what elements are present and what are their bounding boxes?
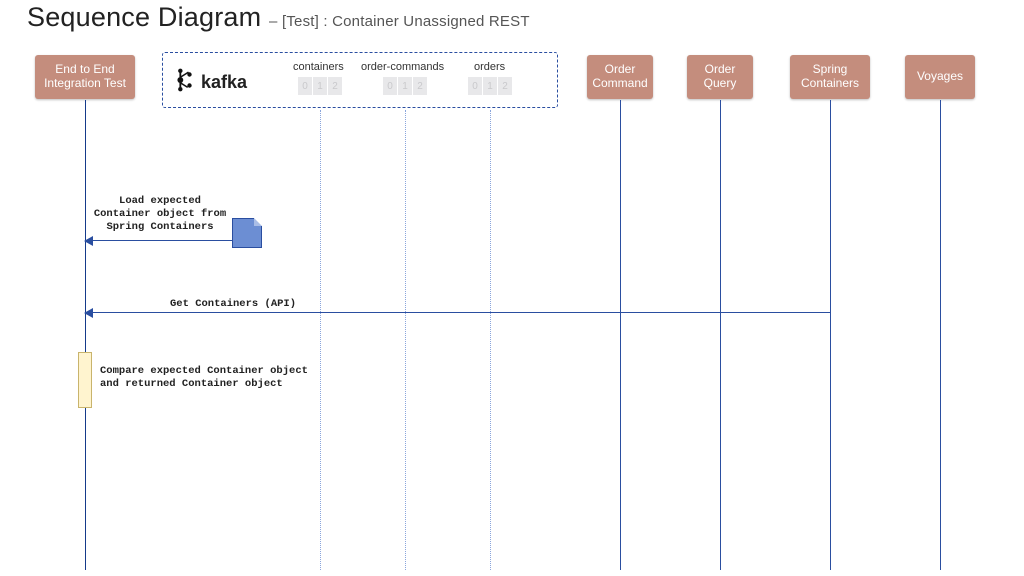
participant-order-command-label: Order Command <box>592 63 647 91</box>
arrowhead-left-icon <box>84 308 93 318</box>
lifeline-order-query <box>720 100 721 570</box>
topic-label-orders: orders <box>474 61 505 73</box>
partition-digit: 0 <box>383 77 397 95</box>
partition-digit: 0 <box>298 77 312 95</box>
participant-e2e-label: End to End Integration Test <box>44 63 126 91</box>
message-load-expected: Load expected Container object from Spri… <box>90 195 230 234</box>
lifeline-order-command <box>620 100 621 570</box>
partition-digit: 2 <box>328 77 342 95</box>
message-get-containers-api: Get Containers (API) <box>170 298 296 311</box>
kafka-icon <box>173 67 195 98</box>
participant-voyages: Voyages <box>905 55 975 99</box>
partition-digit: 1 <box>313 77 327 95</box>
activation-e2e <box>78 352 92 408</box>
topic-partitions-order-commands: 0 1 2 <box>383 77 427 95</box>
connector-get-containers-api <box>85 312 830 313</box>
participant-spring-containers: Spring Containers <box>790 55 870 99</box>
topic-label-containers: containers <box>293 61 344 73</box>
connector-load-expected <box>85 240 245 241</box>
partition-digit: 2 <box>413 77 427 95</box>
note-icon <box>232 218 262 248</box>
lifeline-e2e <box>85 100 86 570</box>
partition-digit: 1 <box>398 77 412 95</box>
title-sub: – [Test] : Container Unassigned REST <box>269 13 530 30</box>
partition-digit: 0 <box>468 77 482 95</box>
title-main: Sequence Diagram <box>27 2 261 32</box>
message-compare-objects: Compare expected Container object and re… <box>100 365 330 391</box>
partition-digit: 1 <box>483 77 497 95</box>
lifeline-topic-orders <box>490 110 491 570</box>
arrowhead-left-icon <box>84 236 93 246</box>
participant-spring-containers-label: Spring Containers <box>801 63 859 91</box>
kafka-logo: kafka <box>173 67 247 98</box>
participant-voyages-label: Voyages <box>917 70 963 84</box>
kafka-cluster-box: kafka containers 0 1 2 order-commands 0 … <box>162 52 558 108</box>
partition-digit: 2 <box>498 77 512 95</box>
participant-order-query: Order Query <box>687 55 753 99</box>
lifeline-spring-containers <box>830 100 831 570</box>
page-title: Sequence Diagram – [Test] : Container Un… <box>27 2 530 33</box>
lifeline-topic-order-commands <box>405 110 406 570</box>
kafka-brand-label: kafka <box>201 72 247 93</box>
participant-order-command: Order Command <box>587 55 653 99</box>
topic-partitions-orders: 0 1 2 <box>468 77 512 95</box>
lifeline-voyages <box>940 100 941 570</box>
topic-partitions-containers: 0 1 2 <box>298 77 342 95</box>
lifeline-topic-containers <box>320 110 321 570</box>
topic-label-order-commands: order-commands <box>361 61 444 73</box>
participant-e2e: End to End Integration Test <box>35 55 135 99</box>
participant-order-query-label: Order Query <box>704 63 737 91</box>
